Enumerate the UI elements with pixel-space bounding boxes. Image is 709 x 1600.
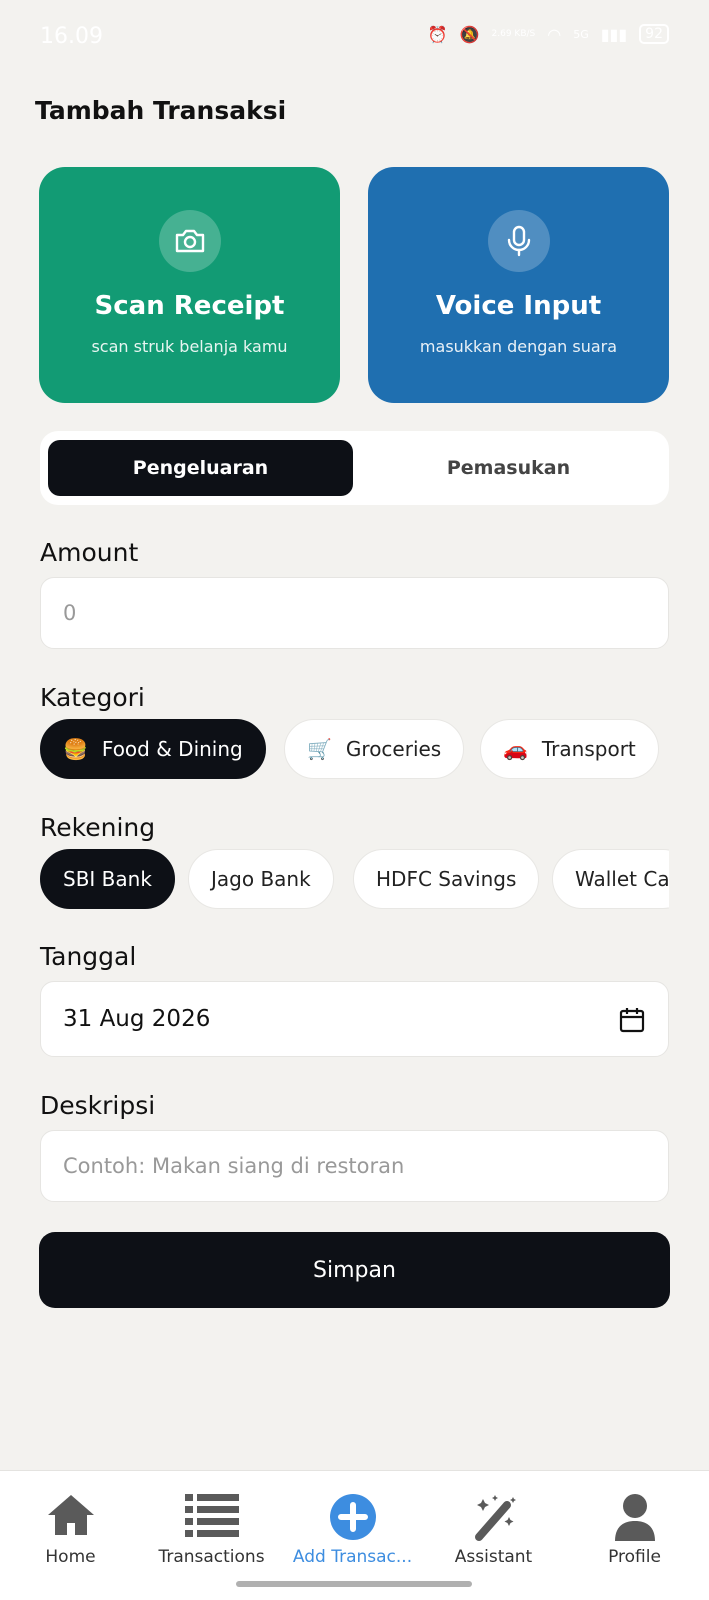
- account-chip-hdfc[interactable]: HDFC Savings: [353, 849, 540, 909]
- date-value: 31 Aug 2026: [63, 1006, 211, 1032]
- transaction-type-toggle: Pengeluaran Pemasukan: [40, 431, 669, 505]
- category-chip-label: Transport: [541, 737, 636, 761]
- toggle-income[interactable]: Pemasukan: [356, 440, 661, 496]
- nav-label-home: Home: [45, 1547, 96, 1567]
- calendar-icon[interactable]: [618, 1006, 646, 1040]
- category-chip-groceries[interactable]: 🛒 Groceries: [284, 719, 465, 779]
- scan-receipt-subtitle: scan struk belanja kamu: [91, 337, 288, 356]
- microphone-icon: [487, 210, 550, 272]
- voice-input-title: Voice Input: [435, 291, 602, 321]
- date-input[interactable]: 31 Aug 2026: [40, 981, 669, 1057]
- nav-profile[interactable]: Profile: [564, 1471, 705, 1581]
- category-chips: 🍔 Food & Dining 🛒 Groceries 🚗 Transport: [40, 719, 669, 779]
- signal-label: 5G: [573, 27, 589, 41]
- amount-placeholder: 0: [63, 601, 77, 625]
- signal-icon: ▮▮▮: [600, 24, 628, 44]
- car-icon: 🚗: [503, 737, 528, 761]
- page-title: Tambah Transaksi: [35, 96, 287, 125]
- voice-input-card[interactable]: Voice Input masukkan dengan suara: [368, 167, 669, 403]
- cart-icon: 🛒: [307, 737, 332, 761]
- wifi-icon: ◠: [547, 24, 562, 44]
- status-icons: ⏰ 🔕 2.69 KB/S ◠ 5G ▮▮▮ 92: [428, 24, 669, 44]
- home-indicator: [236, 1581, 472, 1587]
- mute-icon: 🔕: [459, 24, 480, 44]
- burger-icon: 🍔: [63, 737, 88, 761]
- amount-label: Amount: [40, 538, 139, 567]
- battery-level: 92: [639, 24, 669, 44]
- nav-label-assistant: Assistant: [454, 1547, 533, 1567]
- status-bar: 16.09 ⏰ 🔕 2.69 KB/S ◠ 5G ▮▮▮ 92: [0, 0, 709, 78]
- scan-receipt-title: Scan Receipt: [94, 291, 285, 321]
- account-chip-sbi[interactable]: SBI Bank: [40, 849, 175, 909]
- nav-label-add: Add Transac...: [292, 1547, 413, 1567]
- voice-input-subtitle: masukkan dengan suara: [419, 337, 618, 356]
- person-icon: [613, 1493, 657, 1545]
- account-chip-jago[interactable]: Jago Bank: [188, 849, 334, 909]
- magic-wand-icon: [469, 1493, 519, 1545]
- nav-label-transactions: Transactions: [158, 1547, 265, 1567]
- description-input[interactable]: Contoh: Makan siang di restoran: [40, 1130, 669, 1202]
- scan-receipt-card[interactable]: Scan Receipt scan struk belanja kamu: [39, 167, 340, 403]
- alarm-icon: ⏰: [427, 24, 448, 44]
- date-label: Tanggal: [40, 942, 137, 971]
- toggle-expense[interactable]: Pengeluaran: [48, 440, 353, 496]
- nav-transactions[interactable]: Transactions: [141, 1471, 282, 1581]
- nav-home[interactable]: Home: [0, 1471, 141, 1581]
- nav-label-profile: Profile: [608, 1547, 661, 1567]
- account-chip-wallet[interactable]: Wallet Ca: [552, 849, 669, 909]
- list-icon: [184, 1493, 239, 1541]
- category-chip-food[interactable]: 🍔 Food & Dining: [40, 719, 266, 779]
- description-placeholder: Contoh: Makan siang di restoran: [63, 1154, 405, 1178]
- nav-assistant[interactable]: Assistant: [423, 1471, 564, 1581]
- category-label: Kategori: [40, 683, 145, 712]
- camera-icon: [158, 210, 221, 272]
- net-speed: 2.69 KB/S: [491, 29, 536, 39]
- nav-add-transaction[interactable]: Add Transac...: [282, 1471, 423, 1581]
- account-label: Rekening: [40, 813, 156, 842]
- category-chip-transport[interactable]: 🚗 Transport: [480, 719, 659, 779]
- plus-circle-icon: [329, 1493, 377, 1545]
- save-button[interactable]: Simpan: [39, 1232, 670, 1308]
- account-chips: SBI Bank Jago Bank HDFC Savings Wallet C…: [40, 849, 669, 909]
- status-time: 16.09: [40, 24, 103, 49]
- category-chip-label: Groceries: [345, 737, 442, 761]
- amount-input[interactable]: 0: [40, 577, 669, 649]
- home-icon: [46, 1493, 96, 1541]
- description-label: Deskripsi: [40, 1091, 156, 1120]
- category-chip-label: Food & Dining: [101, 737, 243, 761]
